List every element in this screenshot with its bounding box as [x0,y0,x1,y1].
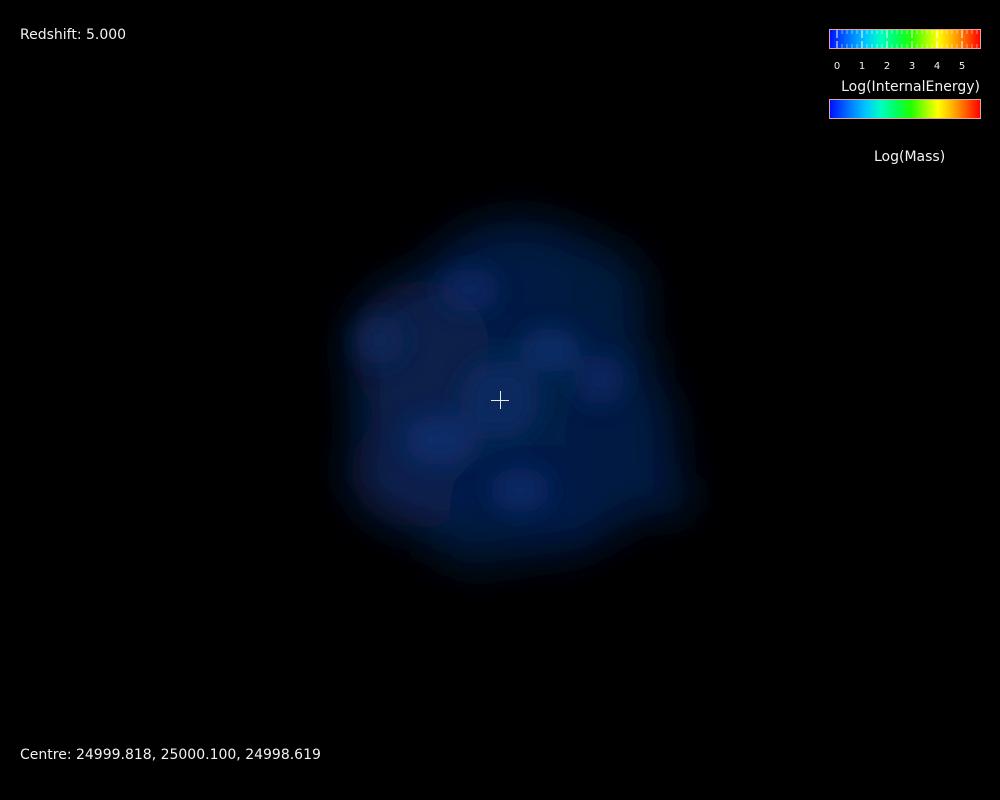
mass-colorbar-label: Log(Mass) [874,149,946,165]
crosshair-vertical [500,391,501,409]
centre-coordinates-readout: Centre: 24999.818, 25000.100, 24998.619 [20,747,321,763]
colorbar-tick-label: 1 [858,61,866,72]
internal-energy-colorbar [829,29,981,49]
colorbar-tick-label: 0 [833,61,841,72]
render-viewport[interactable]: Redshift: 5.000 Centre: 24999.818, 25000… [0,0,1000,800]
colorbar-tick-label: 4 [933,61,941,72]
mass-colorbar [829,99,981,119]
internal-energy-colorbar-label: Log(InternalEnergy) [841,79,980,95]
colorbar-tick-label: 5 [958,61,966,72]
redshift-readout: Redshift: 5.000 [20,27,127,43]
colorbar-tickmarks [836,30,978,48]
colorbar-tick-label: 3 [908,61,916,72]
colorbar-tick-label: 2 [883,61,891,72]
